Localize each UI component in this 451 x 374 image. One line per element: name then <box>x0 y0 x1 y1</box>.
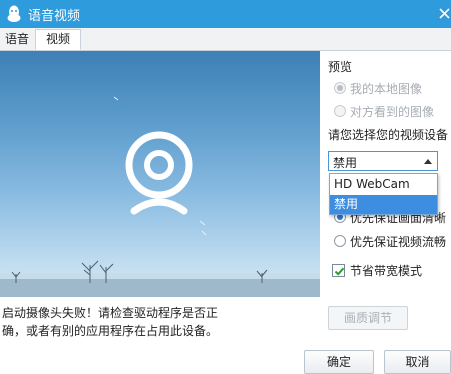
error-line-2: 确，或者有别的应用程序在占用此设备。 <box>2 324 219 338</box>
device-section-label: 请您选择您的视频设备 <box>328 128 449 142</box>
radio-button[interactable] <box>334 105 346 117</box>
video-device-dropdown: HD WebCam 禁用 <box>329 173 438 215</box>
tab-video[interactable]: 视频 <box>35 29 81 50</box>
chevron-up-icon <box>424 159 432 164</box>
tab-voice[interactable]: 语音 <box>0 30 34 49</box>
radio-quality-smooth-label: 优先保证视频流畅 <box>350 235 447 249</box>
ok-button[interactable]: 确定 <box>304 350 374 374</box>
preview-section-label: 预览 <box>328 60 353 74</box>
radio-button[interactable] <box>334 82 346 94</box>
cancel-button[interactable]: 取消 <box>384 350 451 374</box>
radio-local-image-label: 我的本地图像 <box>350 82 423 96</box>
qq-penguin-icon <box>6 5 22 23</box>
bandwidth-saving-checkbox[interactable] <box>332 264 345 277</box>
window-title: 语音视频 <box>28 9 81 24</box>
checkmark-icon <box>334 267 345 276</box>
title-bar: 语音视频 <box>0 0 451 28</box>
device-option-hd-webcam[interactable]: HD WebCam <box>330 175 437 194</box>
quality-adjust-button[interactable]: 画质调节 <box>328 306 408 330</box>
video-device-selected-value: 禁用 <box>333 156 358 170</box>
video-preview <box>0 51 320 297</box>
error-line-1: 启动摄像头失败！请检查驱动程序是否正 <box>2 306 219 320</box>
preview-scene <box>0 96 320 297</box>
radio-button[interactable] <box>334 235 346 247</box>
webcam-icon <box>125 131 193 215</box>
bandwidth-saving-label: 节省带宽模式 <box>350 264 423 278</box>
error-message: 启动摄像头失败！请检查驱动程序是否正 确，或者有别的应用程序在占用此设备。 <box>2 304 320 340</box>
device-option-disabled[interactable]: 禁用 <box>330 195 437 214</box>
video-device-select[interactable]: 禁用 <box>328 151 438 171</box>
close-icon[interactable] <box>431 0 451 28</box>
tab-bar: 语音 视频 <box>0 28 451 51</box>
radio-remote-image-label: 对方看到的图像 <box>350 105 435 119</box>
